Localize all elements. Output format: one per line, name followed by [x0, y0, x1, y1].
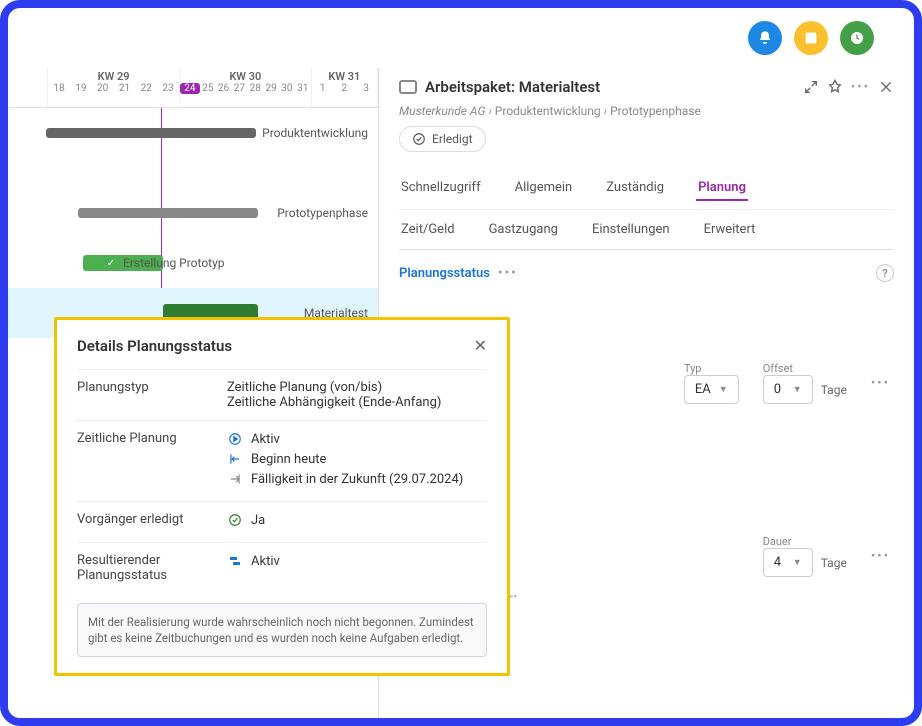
tab-zeitgeld[interactable]: Zeit/Geld [399, 218, 457, 241]
row-value: Ja [227, 512, 487, 532]
row-more-icon[interactable]: ••• [871, 376, 890, 391]
gantt-row[interactable]: ✓ Erstellung Prototyp [8, 238, 378, 288]
unit-label: Tage [821, 556, 847, 570]
offset-select[interactable]: 0▼ [763, 375, 813, 404]
row-value: Zeitliche Planung (von/bis) Zeitliche Ab… [227, 380, 487, 410]
check-icon: ✓ [103, 255, 119, 271]
time-button[interactable] [840, 21, 874, 55]
tab-gastzugang[interactable]: Gastzugang [487, 218, 560, 241]
modal-row: Vorgänger erledigt Ja [77, 501, 487, 542]
gantt-row-label: Produktentwicklung [262, 126, 368, 140]
modal-row: Resultierender Planungsstatus Aktiv [77, 542, 487, 593]
tab-allgemein[interactable]: Allgemein [513, 176, 575, 201]
status-icon [227, 553, 243, 569]
row-key: Planungstyp [77, 380, 227, 410]
row-value: Aktiv [227, 553, 487, 583]
modal-header: Details Planungsstatus ✕ [77, 336, 487, 355]
unit-label: Tage [821, 383, 847, 397]
pin-icon[interactable] [827, 79, 843, 95]
tab-zustaendig[interactable]: Zuständig [604, 176, 666, 201]
section-more-icon[interactable]: ••• [498, 266, 518, 281]
more-icon[interactable]: ••• [851, 80, 870, 95]
week-col: KW 31 123 [312, 68, 378, 107]
row-key: Vorgänger erledigt [77, 512, 227, 532]
today-marker: 24 [180, 83, 200, 94]
tabs: Schnellzugriff Allgemein Zuständig Planu… [399, 168, 894, 250]
tab-erweitert[interactable]: Erweitert [702, 218, 758, 241]
app-frame: KW 29 181920212223 KW 30 242526272829303… [0, 0, 922, 726]
tab-einstellungen[interactable]: Einstellungen [590, 218, 672, 241]
done-label: Erledigt [432, 132, 473, 146]
gantt-body[interactable]: Produktentwicklung Prototypenphase ✓ Ers… [8, 108, 378, 348]
done-button[interactable]: Erledigt [399, 126, 486, 152]
close-icon[interactable] [878, 79, 894, 95]
gantt-row-label: Erstellung Prototyp [123, 256, 225, 270]
play-icon [227, 431, 243, 447]
week-label: KW 31 [312, 68, 377, 83]
notifications-button[interactable] [748, 21, 782, 55]
modal-note: Mit der Realisierung wurde wahrscheinlic… [77, 603, 487, 657]
section-label: Planungsstatus [399, 266, 490, 281]
dauer-label: Dauer [763, 535, 847, 548]
gantt-header: KW 29 181920212223 KW 30 242526272829303… [8, 68, 378, 108]
panel-header: Arbeitspaket: Materialtest ••• [399, 78, 894, 96]
week-label: KW 29 [48, 68, 179, 83]
expand-icon[interactable] [803, 79, 819, 95]
section-header: Planungsstatus ••• ? [399, 250, 894, 290]
week-col: KW 30 2425262728293031 [180, 68, 312, 107]
tab-planung[interactable]: Planung [696, 176, 748, 201]
row-more-icon[interactable]: ••• [871, 549, 890, 564]
offset-label: Offset [763, 362, 847, 375]
arrow-right-icon [227, 471, 243, 487]
row-key: Zeitliche Planung [77, 431, 227, 491]
check-circle-icon [227, 512, 243, 528]
week-col: KW 29 181920212223 [48, 68, 180, 107]
gantt-row-label: Prototypenphase [277, 206, 368, 220]
modal-close-icon[interactable]: ✕ [474, 336, 487, 355]
gantt-bar[interactable] [78, 208, 258, 218]
modal-title: Details Planungsstatus [77, 337, 232, 355]
help-icon[interactable]: ? [876, 264, 894, 282]
top-header [8, 8, 914, 68]
breadcrumb[interactable]: Musterkunde AG › Produktentwicklung › Pr… [399, 104, 894, 118]
notes-button[interactable] [794, 21, 828, 55]
planungsstatus-modal: Details Planungsstatus ✕ Planungstyp Zei… [54, 317, 510, 676]
tab-schnellzugriff[interactable]: Schnellzugriff [399, 176, 483, 201]
modal-row: Planungstyp Zeitliche Planung (von/bis) … [77, 369, 487, 420]
row-key: Resultierender Planungsstatus [77, 553, 227, 583]
typ-select[interactable]: EA▼ [684, 375, 739, 404]
start-icon [227, 451, 243, 467]
row-value: Aktiv Beginn heute Fälligkeit in der Zuk… [227, 431, 487, 491]
gantt-row[interactable]: Produktentwicklung [8, 108, 378, 158]
dauer-select[interactable]: 4▼ [763, 548, 813, 577]
panel-title: Arbeitspaket: Materialtest [425, 78, 600, 96]
workpackage-icon [399, 80, 417, 94]
modal-row: Zeitliche Planung Aktiv Beginn heute Fäl… [77, 420, 487, 501]
typ-label: Typ [684, 362, 739, 375]
gantt-row[interactable]: Prototypenphase [8, 188, 378, 238]
gantt-bar[interactable] [46, 128, 256, 138]
week-label: KW 30 [180, 68, 311, 83]
